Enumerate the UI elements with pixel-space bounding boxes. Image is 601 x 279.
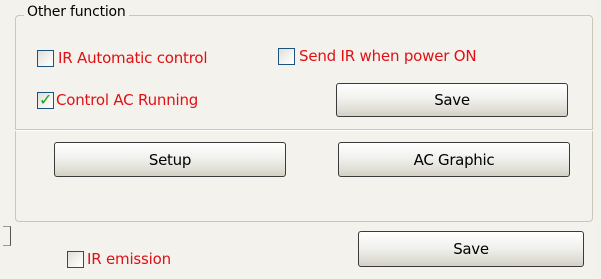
group-divider xyxy=(15,129,593,131)
ir-automatic-control-checkbox[interactable]: IR Automatic control xyxy=(37,49,208,67)
control-ac-running-checkbox[interactable]: ✓ Control AC Running xyxy=(37,89,199,109)
ir-automatic-control-label: IR Automatic control xyxy=(58,49,208,67)
save-button-bottom[interactable]: Save xyxy=(358,231,584,267)
send-ir-when-power-on-box[interactable] xyxy=(278,47,295,65)
control-ac-running-box[interactable]: ✓ xyxy=(37,89,54,109)
send-ir-when-power-on-checkbox[interactable]: Send IR when power ON xyxy=(278,47,477,65)
send-ir-when-power-on-label: Send IR when power ON xyxy=(299,47,477,65)
ac-graphic-button[interactable]: AC Graphic xyxy=(338,142,570,177)
partial-control-edge xyxy=(3,226,11,246)
ir-emission-box[interactable] xyxy=(67,250,84,268)
ir-automatic-control-box[interactable] xyxy=(37,49,54,67)
ir-emission-label: IR emission xyxy=(87,250,171,268)
save-button-group[interactable]: Save xyxy=(336,83,568,117)
control-ac-running-label: Control AC Running xyxy=(56,91,199,109)
checkmark-icon: ✓ xyxy=(39,89,53,109)
other-function-panel: Other function IR Automatic control Send… xyxy=(0,0,594,279)
setup-button[interactable]: Setup xyxy=(54,142,286,177)
ir-emission-checkbox[interactable]: IR emission xyxy=(67,250,171,268)
groupbox-title: Other function xyxy=(24,4,129,20)
